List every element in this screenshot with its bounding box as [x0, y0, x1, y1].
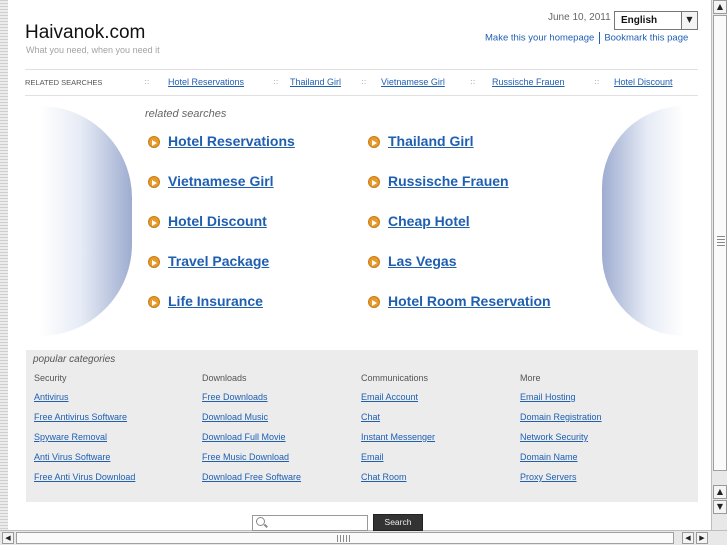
- category-link[interactable]: Download Full Movie: [202, 432, 286, 442]
- related-bar-link[interactable]: Hotel Discount: [614, 77, 673, 87]
- decorative-disc-left: [40, 106, 132, 336]
- vertical-scroll-thumb[interactable]: [713, 15, 727, 471]
- current-date: June 10, 2011: [548, 12, 611, 23]
- related-bar-link[interactable]: Hotel Reservations: [168, 77, 244, 87]
- separator: ::: [470, 77, 476, 86]
- site-tagline: What you need, when you need it: [26, 45, 160, 55]
- category-link[interactable]: Email Hosting: [520, 392, 576, 402]
- category-header: Downloads: [202, 373, 247, 383]
- category-link[interactable]: Chat: [361, 412, 380, 422]
- scroll-up-button[interactable]: ▲: [713, 0, 727, 14]
- link-divider: [599, 32, 601, 44]
- scroll-grip: [717, 236, 725, 246]
- popular-categories-panel: popular categories Security Antivirus Fr…: [26, 350, 698, 502]
- related-bar-label: RELATED SEARCHES: [25, 78, 103, 87]
- related-search-link[interactable]: Cheap Hotel: [388, 213, 470, 229]
- separator: ::: [144, 77, 150, 86]
- scroll-right-button[interactable]: ▶: [696, 532, 708, 544]
- separator: ::: [273, 77, 279, 86]
- decorative-disc-right: [602, 106, 684, 336]
- separator: ::: [361, 77, 367, 86]
- top-links: Make this your homepage Bookmark this pag…: [485, 32, 688, 44]
- category-link[interactable]: Antivirus: [34, 392, 69, 402]
- search-icon: [256, 517, 265, 526]
- category-link[interactable]: Email: [361, 452, 384, 462]
- search-button[interactable]: Search: [373, 514, 423, 531]
- arrow-circle-icon: [148, 176, 160, 188]
- related-search-link[interactable]: Hotel Reservations: [168, 133, 295, 149]
- arrow-circle-icon: [368, 296, 380, 308]
- related-bar-link[interactable]: Russische Frauen: [492, 77, 565, 87]
- language-select[interactable]: English ▼: [614, 11, 698, 30]
- language-value: English: [621, 15, 658, 26]
- scroll-left-small-button[interactable]: ◀: [682, 532, 694, 544]
- horizontal-scrollbar[interactable]: ◀ ◀ ▶: [0, 530, 727, 545]
- category-link[interactable]: Network Security: [520, 432, 588, 442]
- category-header: Security: [34, 373, 67, 383]
- related-searches-bar: RELATED SEARCHES :: Hotel Reservations :…: [25, 69, 698, 96]
- h-scroll-grip: [337, 535, 351, 542]
- vertical-scrollbar[interactable]: ▲ ▲ ▼: [711, 0, 727, 530]
- related-search-link[interactable]: Hotel Room Reservation: [388, 293, 551, 309]
- search-input[interactable]: [252, 515, 368, 531]
- site-logo[interactable]: Haivanok.com: [25, 22, 145, 44]
- scroll-left-button[interactable]: ◀: [2, 532, 14, 544]
- category-link[interactable]: Domain Name: [520, 452, 578, 462]
- chevron-down-icon[interactable]: ▼: [681, 12, 697, 29]
- category-link[interactable]: Chat Room: [361, 472, 407, 482]
- related-search-link[interactable]: Hotel Discount: [168, 213, 267, 229]
- related-search-link[interactable]: Travel Package: [168, 253, 269, 269]
- arrow-circle-icon: [368, 136, 380, 148]
- arrow-circle-icon: [368, 216, 380, 228]
- arrow-circle-icon: [148, 296, 160, 308]
- popular-categories-title: popular categories: [33, 354, 116, 365]
- category-link[interactable]: Spyware Removal: [34, 432, 107, 442]
- category-link[interactable]: Email Account: [361, 392, 418, 402]
- related-search-link[interactable]: Vietnamese Girl: [168, 173, 274, 189]
- category-link[interactable]: Free Anti Virus Download: [34, 472, 135, 482]
- category-link[interactable]: Free Antivirus Software: [34, 412, 127, 422]
- category-link[interactable]: Free Downloads: [202, 392, 268, 402]
- arrow-circle-icon: [148, 136, 160, 148]
- category-header: More: [520, 373, 541, 383]
- scroll-down-button[interactable]: ▼: [713, 500, 727, 514]
- bookmark-link[interactable]: Bookmark this page: [604, 33, 688, 44]
- category-link[interactable]: Download Music: [202, 412, 268, 422]
- category-link[interactable]: Download Free Software: [202, 472, 301, 482]
- related-search-link[interactable]: Las Vegas: [388, 253, 457, 269]
- related-searches-title: related searches: [145, 108, 227, 120]
- category-link[interactable]: Domain Registration: [520, 412, 602, 422]
- related-search-link[interactable]: Life Insurance: [168, 293, 263, 309]
- arrow-circle-icon: [368, 256, 380, 268]
- category-link[interactable]: Anti Virus Software: [34, 452, 110, 462]
- homepage-link[interactable]: Make this your homepage: [485, 33, 594, 44]
- related-search-link[interactable]: Thailand Girl: [388, 133, 474, 149]
- related-search-link[interactable]: Russische Frauen: [388, 173, 509, 189]
- arrow-circle-icon: [148, 216, 160, 228]
- arrow-circle-icon: [148, 256, 160, 268]
- category-link[interactable]: Instant Messenger: [361, 432, 435, 442]
- category-link[interactable]: Free Music Download: [202, 452, 289, 462]
- related-bar-link[interactable]: Vietnamese Girl: [381, 77, 445, 87]
- scroll-up-small-button[interactable]: ▲: [713, 485, 727, 499]
- arrow-circle-icon: [368, 176, 380, 188]
- browser-left-edge: [0, 0, 8, 530]
- related-bar-link[interactable]: Thailand Girl: [290, 77, 341, 87]
- horizontal-scroll-thumb[interactable]: [16, 532, 674, 544]
- category-link[interactable]: Proxy Servers: [520, 472, 577, 482]
- category-header: Communications: [361, 373, 429, 383]
- separator: ::: [594, 77, 600, 86]
